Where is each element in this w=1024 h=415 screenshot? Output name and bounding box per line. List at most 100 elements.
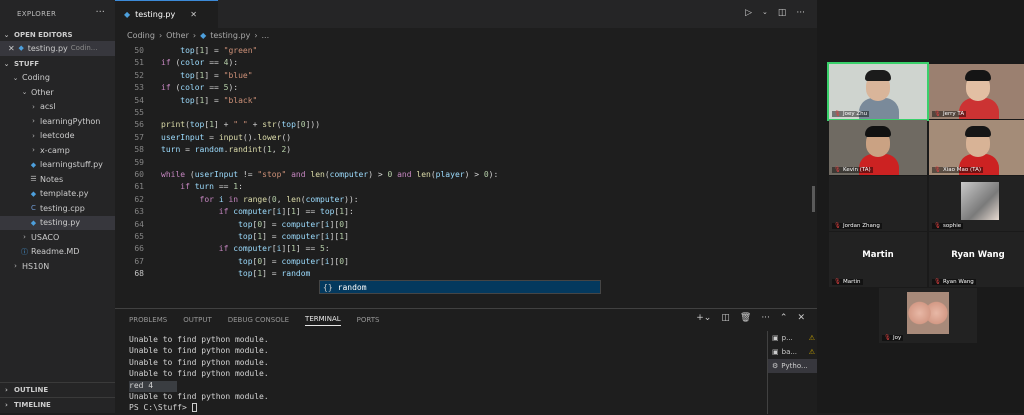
open-editor-filename: testing.py xyxy=(27,43,68,53)
participant-hair xyxy=(965,70,991,81)
participant-name: 🎙 Martin xyxy=(832,279,863,285)
tree-item[interactable]: ⌄ Coding xyxy=(0,71,115,86)
terminal-instance[interactable]: ▣ p... ⚠ xyxy=(768,331,817,345)
chevron-down-icon[interactable]: ⌄ xyxy=(762,8,768,18)
breadcrumb-item[interactable]: Other xyxy=(166,31,189,40)
editor-tab[interactable]: ◆ testing.py ✕ xyxy=(115,0,218,28)
outline-section[interactable]: › OUTLINE xyxy=(0,382,115,397)
line-number: 57 xyxy=(134,132,144,142)
split-terminal-icon[interactable]: ◫ xyxy=(721,313,730,323)
chevron-down-icon: ⌄ xyxy=(3,60,10,68)
close-icon[interactable]: ✕ xyxy=(8,44,15,53)
tab-ports[interactable]: PORTS xyxy=(357,316,380,324)
code-line: top[0] = computer[i][0] xyxy=(238,256,349,266)
editor-scrollbar[interactable] xyxy=(812,186,815,212)
participant-name: 🎙 sophie xyxy=(932,223,964,229)
outline-label: OUTLINE xyxy=(14,386,49,394)
open-editor-item[interactable]: ✕ ◆ testing.py Codin... xyxy=(0,41,115,56)
tree-item[interactable]: ⌄ Other xyxy=(0,85,115,100)
line-number: 63 xyxy=(134,207,144,217)
terminal-instance[interactable]: ▣ ba... ⚠ xyxy=(768,345,817,359)
chevron-down-icon: ⌄ xyxy=(12,73,19,82)
participant-display-name: Martin xyxy=(862,250,894,260)
breadcrumb-item[interactable]: ... xyxy=(262,31,270,40)
suggestion-item[interactable]: {} random xyxy=(320,281,600,293)
participant-name: 🎙 Joy xyxy=(882,335,904,341)
participant-tile[interactable]: 🎙 Kevin (TA) xyxy=(829,120,927,175)
terminal-output[interactable]: Unable to find python module. Unable to f… xyxy=(129,335,749,415)
tree-item[interactable]: › leetcode xyxy=(0,129,115,144)
muted-mic-icon: 🎙 xyxy=(834,111,841,117)
participant-tile[interactable]: 🎙 Jerry TA xyxy=(929,64,1024,119)
run-icon[interactable]: ▷ xyxy=(745,8,752,18)
tab-terminal[interactable]: TERMINAL xyxy=(305,315,341,326)
gear-icon: ⚙ xyxy=(772,362,779,370)
chevron-up-icon[interactable]: ⌃ xyxy=(780,313,788,323)
close-icon[interactable]: ✕ xyxy=(190,10,197,19)
terminal-instance[interactable]: ⚙ Pytho... xyxy=(768,359,817,373)
tree-item[interactable]: › USACO xyxy=(0,230,115,245)
participant-tile[interactable]: 🎙 Xiao Mao (TA) xyxy=(929,120,1024,175)
tree-item[interactable]: Ctesting.cpp xyxy=(0,201,115,216)
breadcrumb: Coding › Other › ◆ testing.py › ... xyxy=(115,28,817,42)
add-terminal-icon[interactable]: +⌄ xyxy=(696,313,711,323)
line-number: 59 xyxy=(134,157,144,167)
participant-tile[interactable]: 🎙 Joy xyxy=(879,288,977,343)
close-icon[interactable]: ✕ xyxy=(797,313,805,323)
tree-item[interactable]: › acsl xyxy=(0,100,115,115)
more-actions-icon[interactable]: ··· xyxy=(796,8,805,18)
tree-item-label: Readme.MD xyxy=(31,247,80,257)
tree-item[interactable]: › x-camp xyxy=(0,143,115,158)
tree-item[interactable]: ◆ testing.py xyxy=(0,215,115,230)
participant-tile[interactable]: 🎙 Jordan Zhang xyxy=(829,176,927,231)
tree-item[interactable]: ☰ Notes xyxy=(0,172,115,187)
tab-debug-console[interactable]: DEBUG CONSOLE xyxy=(228,316,289,324)
muted-mic-icon: 🎙 xyxy=(934,167,941,173)
avatar xyxy=(961,182,999,220)
participant-tile[interactable]: 🎙 Joey Zhu xyxy=(827,62,929,121)
line-number: 50 xyxy=(134,46,144,55)
open-editors-label: OPEN EDITORS xyxy=(14,30,73,39)
participant-tile[interactable]: Ryan Wang 🎙 Ryan Wang xyxy=(929,232,1024,287)
participant-tile[interactable]: 🎙 sophie xyxy=(929,176,1024,231)
line-number: 54 xyxy=(134,95,144,105)
participant-hair xyxy=(865,126,891,137)
terminal-list: ▣ p... ⚠ ▣ ba... ⚠ ⚙ Pytho... xyxy=(767,331,817,414)
open-editors-section[interactable]: ⌄ OPEN EDITORS xyxy=(0,28,115,41)
tab-problems[interactable]: PROBLEMS xyxy=(129,316,167,324)
line-number: 53 xyxy=(134,83,144,93)
code-line: top[1] = "blue" xyxy=(180,70,253,80)
explorer-sidebar: EXPLORER ··· ⌄ OPEN EDITORS ✕ ◆ testing.… xyxy=(0,0,115,413)
muted-mic-icon: 🎙 xyxy=(834,223,841,229)
kill-terminal-icon[interactable]: 🗑 xyxy=(740,313,751,323)
tree-item[interactable]: › HS10N xyxy=(0,259,115,274)
tree-item[interactable]: › learningPython xyxy=(0,114,115,129)
participant-name: 🎙 Joey Zhu xyxy=(832,111,870,117)
tree-item[interactable]: ◆ template.py xyxy=(0,187,115,202)
breadcrumb-item[interactable]: Coding xyxy=(127,31,155,40)
participant-tile[interactable]: Martin 🎙 Martin xyxy=(829,232,927,287)
participant-name: 🎙 Jerry TA xyxy=(932,111,967,117)
tab-output[interactable]: OUTPUT xyxy=(183,316,212,324)
explorer-title: EXPLORER xyxy=(17,10,57,18)
more-actions-icon[interactable]: ··· xyxy=(761,313,770,323)
tree-item[interactable]: ◆ learningstuff.py xyxy=(0,158,115,173)
code-line: top[1] = random xyxy=(238,269,311,279)
tree-item-label: Other xyxy=(31,87,54,97)
suggestion-widget[interactable]: {} random xyxy=(319,280,601,294)
chevron-right-icon: › xyxy=(32,117,35,126)
tree-item-label: acsl xyxy=(40,102,56,112)
line-number: 58 xyxy=(134,145,144,155)
chevron-right-icon: › xyxy=(32,146,35,155)
tree-item[interactable]: ⓘ Readme.MD xyxy=(0,245,115,260)
split-editor-icon[interactable]: ◫ xyxy=(778,8,787,18)
code-editor[interactable]: 50 top[1] = "green" 51 if (color == 4): 52 … xyxy=(115,42,817,296)
more-actions-icon[interactable]: ··· xyxy=(95,7,105,18)
tree-item-label: HS10N xyxy=(22,261,50,271)
warning-icon: ⚠ xyxy=(808,348,815,356)
timeline-section[interactable]: › TIMELINE xyxy=(0,397,115,412)
tree-item-label: testing.cpp xyxy=(40,203,85,213)
folder-section[interactable]: ⌄ STUFF xyxy=(0,58,115,71)
code-line: if computer[i][1] == top[1]: xyxy=(218,207,354,217)
breadcrumb-item[interactable]: testing.py xyxy=(210,31,250,40)
